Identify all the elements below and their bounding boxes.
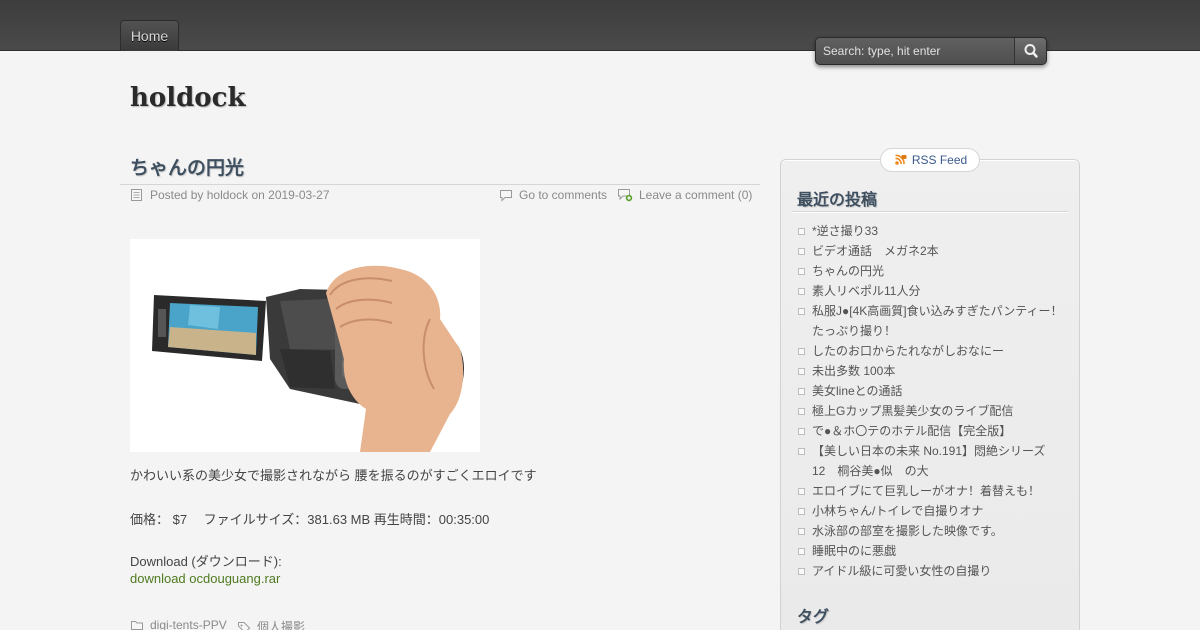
list-item[interactable]: *逆さ撮り33 bbox=[796, 221, 1068, 241]
list-item[interactable]: したのお口からたれながしおなにー bbox=[796, 341, 1068, 361]
recent-posts-divider bbox=[792, 211, 1068, 212]
recent-post-link[interactable]: *逆さ撮り33 bbox=[812, 224, 878, 238]
recent-post-link[interactable]: エロイブにて巨乳しーがオナ！着替えも！ bbox=[812, 484, 1040, 498]
recent-post-link-continuation[interactable]: 12 桐谷美●似 の大 bbox=[812, 464, 929, 478]
recent-post-link[interactable]: で●＆ホ〇テのホテル配信【完全版】 bbox=[812, 424, 1011, 438]
list-item[interactable]: 【美しい日本の未来 No.191】悶絶シリーズ 12 桐谷美●似 の大 bbox=[796, 441, 1068, 481]
rss-feed-label: RSS Feed bbox=[911, 153, 968, 167]
tag-link[interactable]: 個人撮影 bbox=[257, 618, 305, 630]
recent-post-link-continuation[interactable]: たっぷり撮り！ bbox=[812, 324, 896, 338]
list-bullet-icon bbox=[798, 548, 805, 555]
list-bullet-icon bbox=[798, 248, 805, 255]
list-item[interactable]: ビデオ通話 メガネ2本 bbox=[796, 241, 1068, 261]
recent-post-link[interactable]: 小林ちゃん/トイレで自撮りオナ bbox=[812, 504, 983, 518]
recent-post-link[interactable]: 美女lineとの通話 bbox=[812, 384, 903, 398]
post-image-camcorder bbox=[130, 239, 480, 452]
list-bullet-icon bbox=[798, 488, 805, 495]
recent-post-link[interactable]: 水泳部の部室を撮影した映像です。 bbox=[812, 524, 1003, 538]
list-item[interactable]: 美女lineとの通話 bbox=[796, 381, 1068, 401]
leave-comment-label: Leave a comment (0) bbox=[639, 188, 753, 202]
list-bullet-icon bbox=[798, 568, 805, 575]
recent-post-link[interactable]: 【美しい日本の未来 No.191】悶絶シリーズ bbox=[812, 444, 1045, 458]
list-item[interactable]: 私服J●[4K高画質]食い込みすぎたパンティー！ たっぷり撮り！ bbox=[796, 301, 1068, 341]
rss-feed-link[interactable]: RSS Feed bbox=[880, 148, 980, 172]
list-bullet-icon bbox=[798, 508, 805, 515]
list-bullet-icon bbox=[798, 348, 805, 355]
search-button[interactable] bbox=[1014, 38, 1046, 64]
go-to-comments-label: Go to comments bbox=[519, 188, 608, 202]
comment-icon bbox=[500, 189, 512, 202]
add-comment-icon bbox=[618, 189, 633, 202]
post-meta-divider bbox=[120, 184, 760, 185]
list-bullet-icon bbox=[798, 368, 805, 375]
list-item[interactable]: アイドル級に可愛い女性の自撮り bbox=[796, 561, 1068, 581]
recent-post-link[interactable]: ビデオ通話 メガネ2本 bbox=[812, 244, 939, 258]
tags-widget-title: タグ bbox=[797, 609, 830, 626]
list-item[interactable]: ちゃんの円光 bbox=[796, 261, 1068, 281]
list-item[interactable]: 素人リベポル11人分 bbox=[796, 281, 1068, 301]
list-bullet-icon bbox=[798, 288, 805, 295]
list-bullet-icon bbox=[798, 388, 805, 395]
post-category: digi-tents-PPV bbox=[130, 618, 227, 630]
nav-home-tab[interactable]: Home bbox=[120, 20, 179, 51]
tag-icon bbox=[238, 621, 251, 630]
post-author-link[interactable]: holdock bbox=[207, 188, 248, 202]
search-box bbox=[815, 37, 1047, 65]
posted-by-label: Posted by bbox=[150, 188, 204, 202]
post-tags: 個人撮影 bbox=[237, 618, 305, 630]
search-icon bbox=[1024, 44, 1038, 58]
list-bullet-icon bbox=[798, 528, 805, 535]
list-item[interactable]: 小林ちゃん/トイレで自撮りオナ bbox=[796, 501, 1068, 521]
recent-post-link[interactable]: アイドル級に可愛い女性の自撮り bbox=[812, 564, 991, 578]
recent-post-link[interactable]: 未出多数 100本 bbox=[812, 364, 895, 378]
recent-post-link[interactable]: 私服J●[4K高画質]食い込みすぎたパンティー！ bbox=[812, 304, 1062, 318]
post-title[interactable]: ちゃんの円光 bbox=[130, 153, 244, 180]
post-description: かわいい系の美少女で撮影されながら 腰を振るのがすごくエロイです bbox=[130, 468, 537, 483]
recent-post-link[interactable]: ちゃんの円光 bbox=[812, 264, 884, 278]
list-item[interactable]: エロイブにて巨乳しーがオナ！着替えも！ bbox=[796, 481, 1068, 501]
list-item[interactable]: 未出多数 100本 bbox=[796, 361, 1068, 381]
list-bullet-icon bbox=[798, 268, 805, 275]
document-icon bbox=[131, 189, 142, 201]
recent-post-link[interactable]: 睡眠中のに悪戯 bbox=[812, 544, 896, 558]
list-item[interactable]: 水泳部の部室を撮影した映像です。 bbox=[796, 521, 1068, 541]
recent-posts-title: 最近の投稿 bbox=[797, 192, 878, 209]
rss-icon bbox=[895, 154, 907, 165]
on-label: on bbox=[251, 188, 265, 202]
post-meta-author: Posted by holdock on 2019-03-27 bbox=[130, 188, 330, 202]
recent-posts-list: *逆さ撮り33 ビデオ通話 メガネ2本 ちゃんの円光 素人リベポル11人分 私服… bbox=[796, 221, 1068, 581]
list-item[interactable]: で●＆ホ〇テのホテル配信【完全版】 bbox=[796, 421, 1068, 441]
post-date: 2019-03-27 bbox=[268, 188, 330, 202]
site-title[interactable]: holdock bbox=[130, 83, 246, 113]
list-bullet-icon bbox=[798, 408, 805, 415]
recent-post-link[interactable]: 極上Gカップ黒髪美少女のライブ配信 bbox=[812, 404, 1013, 418]
folder-icon bbox=[131, 621, 143, 630]
recent-post-link[interactable]: 素人リベポル11人分 bbox=[812, 284, 920, 298]
list-item[interactable]: 極上Gカップ黒髪美少女のライブ配信 bbox=[796, 401, 1068, 421]
list-bullet-icon bbox=[798, 428, 805, 435]
list-bullet-icon bbox=[798, 228, 805, 235]
recent-post-link[interactable]: したのお口からたれながしおなにー bbox=[812, 344, 1004, 358]
leave-comment-link[interactable]: Leave a comment (0) bbox=[617, 188, 752, 202]
post-price-line: 価格： $7 ファイルサイズ：381.63 MB 再生時間：00:35:00 bbox=[130, 512, 490, 527]
list-bullet-icon bbox=[798, 448, 805, 455]
list-bullet-icon bbox=[798, 308, 805, 315]
category-link[interactable]: digi-tents-PPV bbox=[150, 618, 227, 630]
go-to-comments-link[interactable]: Go to comments bbox=[499, 188, 607, 202]
search-input[interactable] bbox=[816, 38, 1014, 64]
download-heading: Download (ダウンロード): bbox=[130, 554, 282, 569]
download-link[interactable]: download ocdouguang.rar bbox=[130, 571, 280, 586]
list-item[interactable]: 睡眠中のに悪戯 bbox=[796, 541, 1068, 561]
